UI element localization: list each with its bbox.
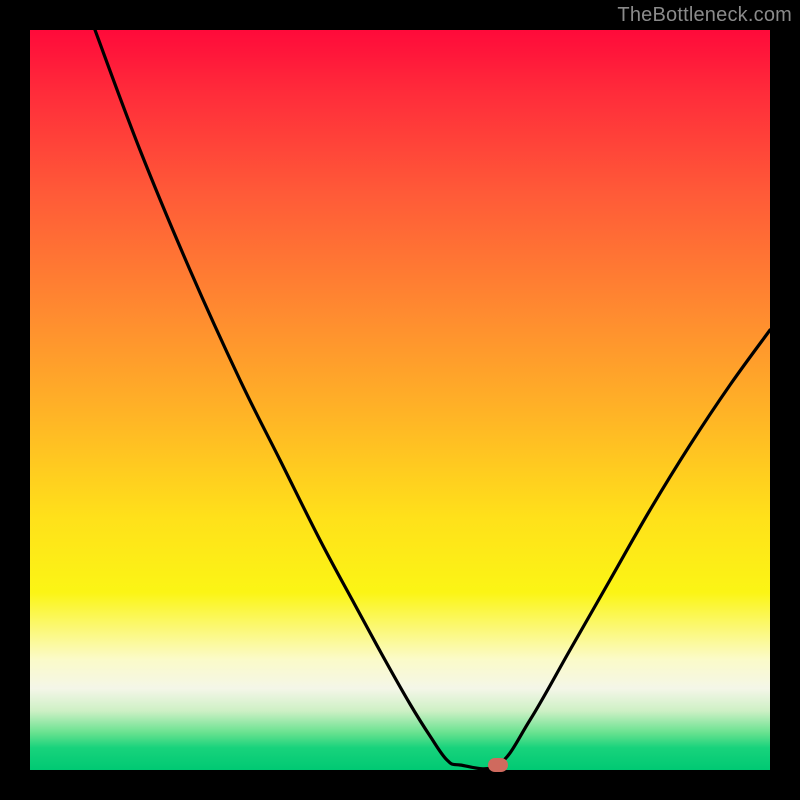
- watermark-text: TheBottleneck.com: [617, 4, 792, 27]
- chart-frame: TheBottleneck.com: [0, 0, 800, 800]
- curve-path: [95, 30, 770, 769]
- min-marker: [488, 758, 508, 772]
- bottleneck-curve: [30, 30, 770, 770]
- plot-area: [30, 30, 770, 770]
